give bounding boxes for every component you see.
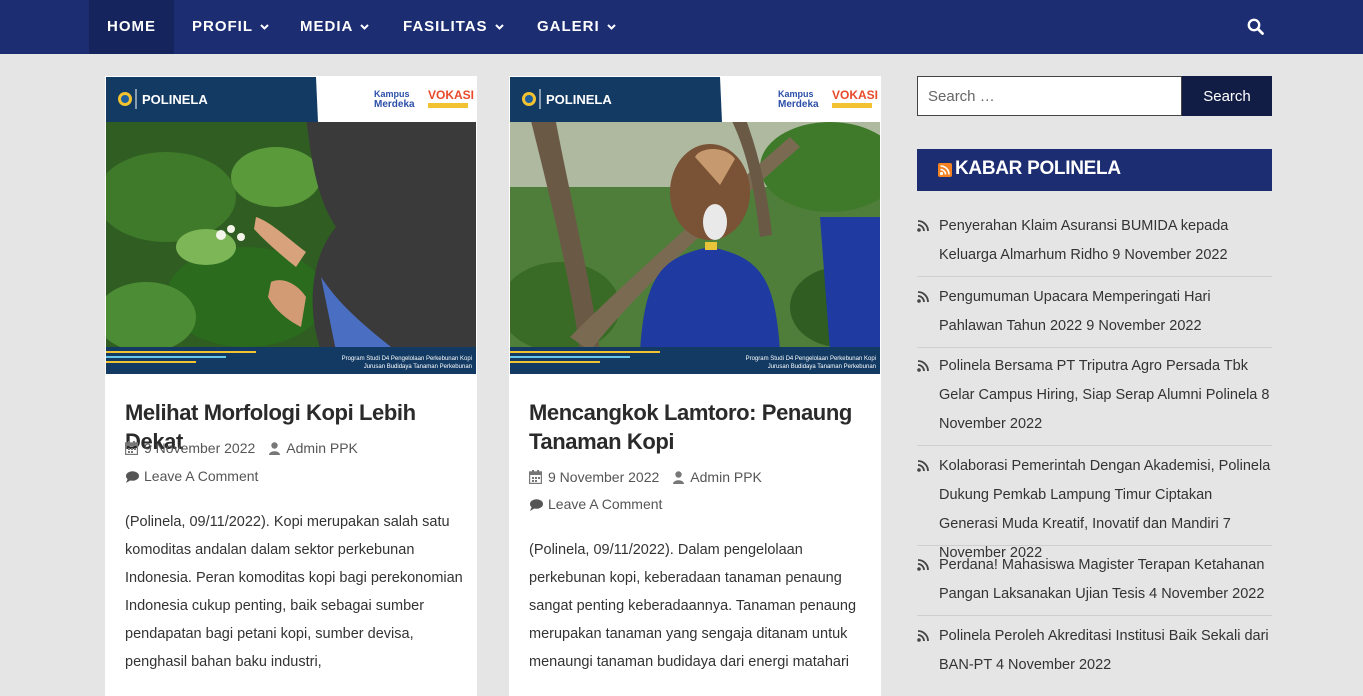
news-link[interactable]: Perdana! Mahasiswa Magister Terapan Keta… [939,551,1272,609]
user-icon [673,471,685,484]
post-comment-link[interactable]: Leave A Comment [529,496,662,512]
post-title[interactable]: Mencangkok Lamtoro: Penaung Tanaman Kopi [529,398,864,456]
search-input[interactable] [917,76,1182,116]
post-meta: 9 November 2022 Admin PPK [125,440,358,456]
widget-title: KABAR POLINELA [917,149,1272,191]
post-card: POLINELA Kampus Merdeka VOKASI Program S… [509,76,881,696]
svg-text:Merdeka: Merdeka [778,99,819,110]
news-item: Pengumuman Upacara Memperingati Hari Pah… [917,283,1272,348]
post-date[interactable]: 9 November 2022 [548,469,659,485]
news-item: Penyerahan Klaim Asuransi BUMIDA kepada … [917,212,1272,277]
search-icon[interactable] [1246,17,1266,37]
nav-galeri[interactable]: GALERI [537,0,616,54]
nav-profil[interactable]: PROFIL [192,0,269,54]
search-button[interactable]: Search [1182,76,1272,116]
svg-text:Jurusan Budidaya Tanaman Perke: Jurusan Budidaya Tanaman Perkebunan [364,364,472,370]
svg-text:VOKASI: VOKASI [428,88,474,102]
nav-profil-label: PROFIL [192,18,253,35]
news-item: Polinela Peroleh Akreditasi Institusi Ba… [917,622,1272,685]
news-link[interactable]: Polinela Peroleh Akreditasi Institusi Ba… [939,622,1272,680]
feed-icon [917,220,929,232]
post-comment-label: Leave A Comment [144,468,259,484]
post-thumbnail[interactable]: POLINELA Kampus Merdeka VOKASI Program S… [106,77,476,374]
svg-text:Merdeka: Merdeka [374,99,415,110]
svg-text:Kampus: Kampus [374,89,410,99]
chevron-down-icon [494,24,504,30]
feed-icon [917,291,929,303]
post-thumbnail-image: POLINELA Kampus Merdeka VOKASI Program S… [510,77,880,374]
post-excerpt: (Polinela, 09/11/2022). Dalam pengelolaa… [529,542,857,670]
nav-fasilitas[interactable]: FASILITAS [403,0,504,54]
svg-text:POLINELA: POLINELA [546,92,612,107]
calendar-icon [125,441,138,455]
user-icon [269,442,281,455]
widget-title-label: KABAR POLINELA [955,158,1121,179]
news-link[interactable]: Penyerahan Klaim Asuransi BUMIDA kepada … [939,212,1272,270]
post-comment-label: Leave A Comment [548,496,663,512]
comment-icon [126,471,139,483]
svg-text:Program Studi D4 Pengelolaan P: Program Studi D4 Pengelolaan Perkebunan … [746,356,876,362]
feed-icon [917,360,929,372]
news-item: Perdana! Mahasiswa Magister Terapan Keta… [917,551,1272,616]
svg-text:Program Studi D4 Pengelolaan P: Program Studi D4 Pengelolaan Perkebunan … [342,356,472,362]
svg-text:VOKASI: VOKASI [832,88,878,102]
comment-icon [530,499,543,511]
post-thumbnail-image: POLINELA Kampus Merdeka VOKASI Program S… [106,77,476,374]
nav-media-label: MEDIA [300,18,354,35]
news-link[interactable]: Polinela Bersama PT Triputra Agro Persad… [939,352,1272,439]
nav-home[interactable]: HOME [89,0,174,54]
chevron-down-icon [606,24,616,30]
rss-icon [938,163,952,177]
feed-icon [917,559,929,571]
post-date[interactable]: 9 November 2022 [144,440,255,456]
chevron-down-icon [360,24,370,30]
post-comment-link[interactable]: Leave A Comment [125,468,258,484]
top-navigation: HOME PROFIL MEDIA FASILITAS GALERI [0,0,1363,54]
post-author[interactable]: Admin PPK [690,469,762,485]
calendar-icon [529,470,542,484]
svg-text:POLINELA: POLINELA [142,92,208,107]
post-card: POLINELA Kampus Merdeka VOKASI Program S… [105,76,477,696]
news-item: Polinela Bersama PT Triputra Agro Persad… [917,352,1272,446]
post-author[interactable]: Admin PPK [286,440,358,456]
news-link[interactable]: Pengumuman Upacara Memperingati Hari Pah… [939,283,1272,341]
chevron-down-icon [260,24,269,30]
news-item: Kolaborasi Pemerintah Dengan Akademisi, … [917,452,1272,561]
post-thumbnail[interactable]: POLINELA Kampus Merdeka VOKASI Program S… [510,77,880,374]
post-meta: 9 November 2022 Admin PPK [529,469,762,485]
svg-text:Kampus: Kampus [778,89,814,99]
feed-icon [917,630,929,642]
nav-galeri-label: GALERI [537,18,600,35]
nav-fasilitas-label: FASILITAS [403,18,488,35]
feed-icon [917,460,929,472]
svg-text:Jurusan Budidaya Tanaman Perke: Jurusan Budidaya Tanaman Perkebunan [768,364,876,370]
nav-media[interactable]: MEDIA [300,0,370,54]
post-excerpt: (Polinela, 09/11/2022). Kopi merupakan s… [125,514,463,670]
